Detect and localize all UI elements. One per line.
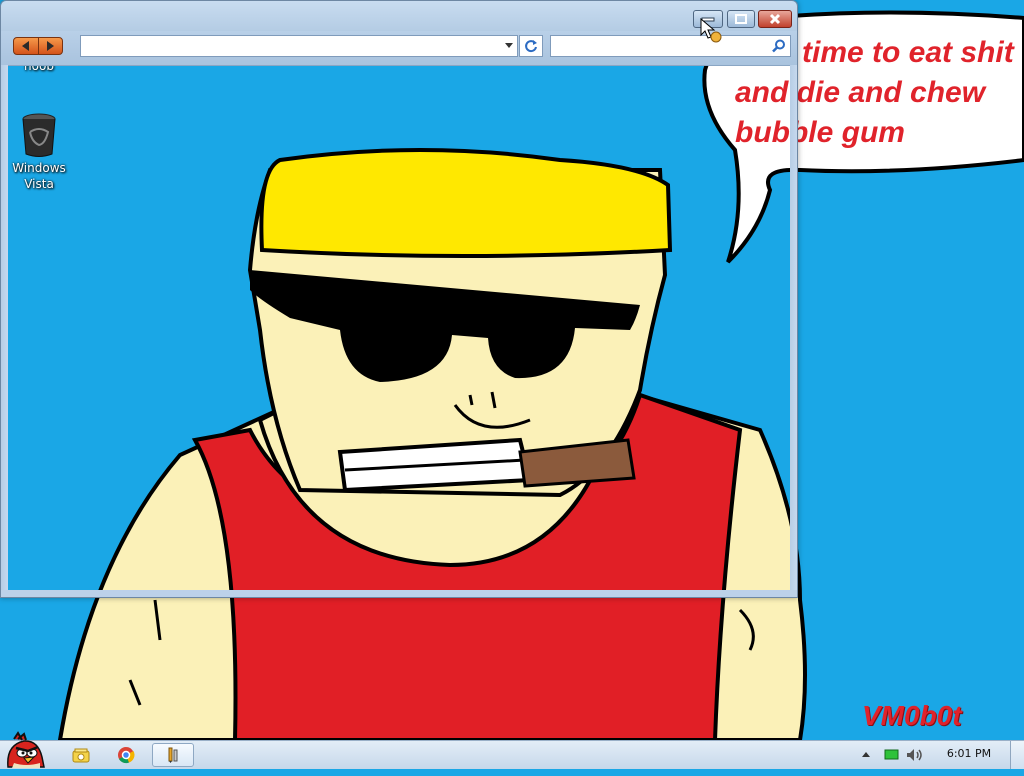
address-bar — [80, 35, 518, 57]
window-frame-bottom — [1, 590, 797, 597]
mouse-cursor-icon — [700, 18, 722, 43]
start-button[interactable] — [4, 731, 48, 771]
taskbar-explorer-button[interactable] — [62, 743, 100, 767]
taskbar-clock[interactable]: 6:01 PM — [938, 747, 1000, 760]
nav-button-group — [13, 37, 63, 55]
back-button[interactable] — [14, 38, 38, 54]
chevron-down-icon[interactable] — [505, 43, 513, 49]
browser-window[interactable] — [0, 0, 798, 598]
forward-button[interactable] — [37, 38, 63, 54]
network-icon[interactable] — [884, 749, 900, 761]
explorer-icon — [72, 748, 90, 763]
close-icon — [769, 13, 781, 25]
close-button[interactable] — [758, 10, 792, 28]
maximize-button[interactable] — [727, 10, 755, 28]
speech-line-1: time to eat shit — [802, 36, 1014, 69]
maximize-icon — [735, 14, 747, 24]
refresh-button[interactable] — [519, 35, 543, 57]
paint-icon — [168, 747, 178, 763]
window-titlebar[interactable] — [1, 1, 797, 31]
taskbar: 6:01 PM — [0, 731, 1024, 769]
angry-bird-start-icon — [7, 731, 45, 768]
search-icon[interactable] — [772, 39, 786, 53]
show-desktop-button[interactable] — [1010, 741, 1024, 769]
search-input[interactable] — [553, 37, 769, 57]
search-bar — [550, 35, 791, 57]
refresh-icon — [525, 40, 537, 53]
artist-signature: VM0b0t — [862, 700, 962, 731]
volume-icon[interactable] — [906, 748, 924, 762]
chrome-icon — [118, 747, 135, 764]
back-arrow-icon — [21, 41, 29, 51]
window-frame-left — [1, 65, 8, 597]
show-hidden-icons-arrow[interactable] — [861, 750, 871, 758]
taskbar-paint-button[interactable] — [152, 743, 194, 767]
address-input[interactable] — [83, 37, 497, 57]
taskbar-chrome-button[interactable] — [107, 743, 145, 767]
forward-arrow-icon — [47, 41, 55, 51]
window-frame-right — [790, 65, 797, 597]
